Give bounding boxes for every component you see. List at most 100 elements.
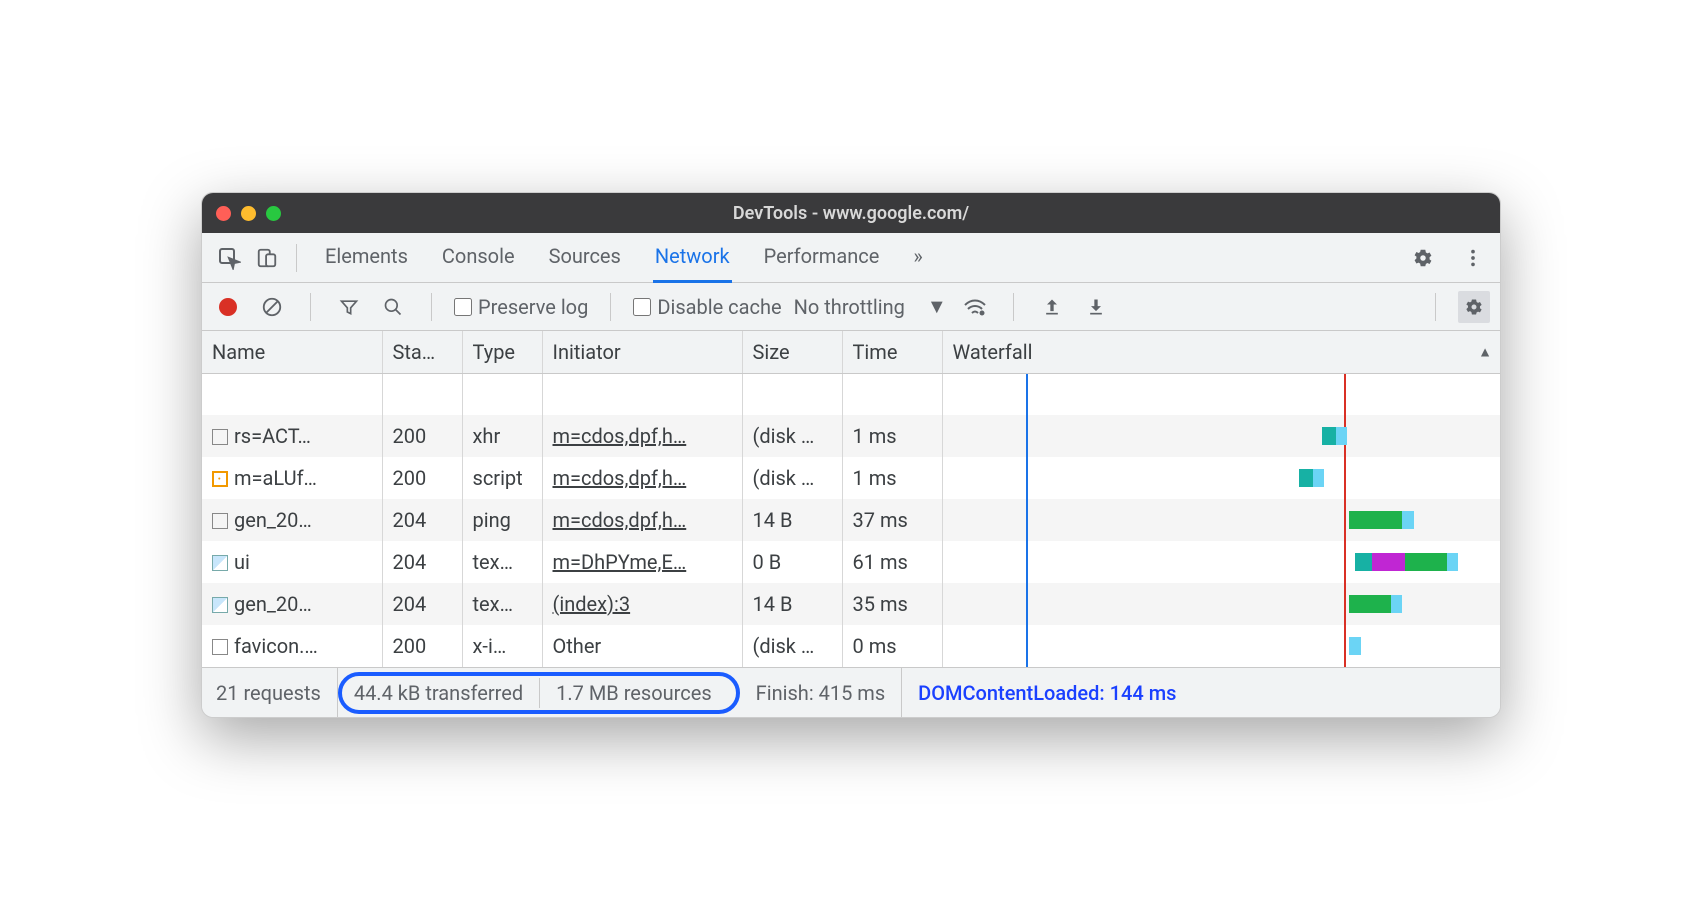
window-title: DevTools - www.google.com/	[202, 203, 1500, 224]
record-button[interactable]	[212, 291, 244, 323]
cell-status: 200	[382, 625, 462, 667]
table-row[interactable]: favicon.…200x-i…Other(disk …0 ms	[202, 625, 1500, 667]
col-waterfall[interactable]: Waterfall ▲	[942, 331, 1500, 373]
cell-type: script	[462, 457, 542, 499]
cell-time: 0 ms	[842, 625, 942, 667]
table-row[interactable]: rs=ACT…200xhrm=cdos,dpf,h…(disk …1 ms	[202, 415, 1500, 457]
cell-initiator[interactable]: m=cdos,dpf,h…	[542, 415, 742, 457]
filter-icon[interactable]	[333, 291, 365, 323]
more-icon[interactable]	[1454, 239, 1492, 277]
cell-waterfall	[942, 541, 1500, 583]
table-row-spacer	[202, 373, 1500, 415]
tab-overflow[interactable]: »	[911, 232, 924, 283]
inspect-icon[interactable]	[210, 239, 248, 277]
cell-size: (disk …	[742, 415, 842, 457]
file-type-icon	[212, 429, 228, 445]
cell-type: xhr	[462, 415, 542, 457]
download-har-icon[interactable]	[1080, 291, 1112, 323]
cell-type: x-i…	[462, 625, 542, 667]
cell-name: rs=ACT…	[202, 415, 382, 457]
summary-requests: 21 requests	[212, 668, 338, 717]
summary-bar: 21 requests 44.4 kB transferred 1.7 MB r…	[202, 667, 1500, 717]
panel-tabbar: Elements Console Sources Network Perform…	[202, 233, 1500, 283]
cell-status: 204	[382, 499, 462, 541]
search-icon[interactable]	[377, 291, 409, 323]
table-row[interactable]: ui204tex…m=DhPYme,E…0 B61 ms	[202, 541, 1500, 583]
network-toolbar: Preserve log Disable cache No throttling…	[202, 283, 1500, 331]
table-row[interactable]: gen_20…204tex…(index):314 B35 ms	[202, 583, 1500, 625]
cell-name: m=aLUf…	[202, 457, 382, 499]
file-type-icon	[212, 597, 228, 613]
summary-transferred: 44.4 kB transferred	[350, 678, 540, 708]
cell-status: 200	[382, 415, 462, 457]
file-type-icon	[212, 513, 228, 529]
throttling-select[interactable]: No throttling ▼	[794, 294, 947, 319]
table-row[interactable]: m=aLUf…200scriptm=cdos,dpf,h…(disk …1 ms	[202, 457, 1500, 499]
disable-cache-checkbox[interactable]: Disable cache	[633, 295, 781, 319]
summary-dcl: DOMContentLoaded: 144 ms	[902, 668, 1192, 717]
cell-name: favicon.…	[202, 625, 382, 667]
settings-icon[interactable]	[1404, 239, 1442, 277]
maximize-icon[interactable]	[266, 206, 281, 221]
cell-waterfall	[942, 457, 1500, 499]
cell-time: 35 ms	[842, 583, 942, 625]
col-status[interactable]: Sta…	[382, 331, 462, 373]
tab-performance[interactable]: Performance	[762, 232, 882, 283]
cell-initiator[interactable]: m=DhPYme,E…	[542, 541, 742, 583]
network-conditions-icon[interactable]	[959, 291, 991, 323]
col-time[interactable]: Time	[842, 331, 942, 373]
col-type[interactable]: Type	[462, 331, 542, 373]
upload-har-icon[interactable]	[1036, 291, 1068, 323]
table-row[interactable]: gen_20…204pingm=cdos,dpf,h…14 B37 ms	[202, 499, 1500, 541]
device-toggle-icon[interactable]	[248, 239, 286, 277]
summary-highlight: 44.4 kB transferred 1.7 MB resources	[338, 672, 740, 714]
window-controls	[216, 206, 281, 221]
cell-status: 204	[382, 583, 462, 625]
tab-sources[interactable]: Sources	[547, 232, 623, 283]
cell-type: ping	[462, 499, 542, 541]
col-name[interactable]: Name	[202, 331, 382, 373]
tab-network[interactable]: Network	[653, 232, 732, 283]
cell-type: tex…	[462, 541, 542, 583]
summary-resources: 1.7 MB resources	[540, 678, 728, 708]
divider	[431, 293, 432, 321]
throttling-value: No throttling	[794, 295, 905, 319]
cell-initiator[interactable]: (index):3	[542, 583, 742, 625]
cell-initiator[interactable]: m=cdos,dpf,h…	[542, 499, 742, 541]
cell-type: tex…	[462, 583, 542, 625]
tab-elements[interactable]: Elements	[323, 232, 410, 283]
col-size[interactable]: Size	[742, 331, 842, 373]
col-waterfall-label: Waterfall	[953, 340, 1033, 364]
requests-table: Name Sta… Type Initiator Size Time Water…	[202, 331, 1500, 667]
cell-time: 61 ms	[842, 541, 942, 583]
cell-waterfall	[942, 583, 1500, 625]
cell-time: 1 ms	[842, 415, 942, 457]
cell-name: ui	[202, 541, 382, 583]
file-type-icon	[212, 555, 228, 571]
cell-name: gen_20…	[202, 499, 382, 541]
minimize-icon[interactable]	[241, 206, 256, 221]
preserve-log-checkbox[interactable]: Preserve log	[454, 295, 588, 319]
clear-button[interactable]	[256, 291, 288, 323]
cell-waterfall	[942, 499, 1500, 541]
cell-time: 37 ms	[842, 499, 942, 541]
cell-status: 200	[382, 457, 462, 499]
network-settings-icon[interactable]	[1458, 291, 1490, 323]
cell-waterfall	[942, 625, 1500, 667]
preserve-log-label: Preserve log	[478, 295, 588, 319]
cell-initiator[interactable]: Other	[542, 625, 742, 667]
col-initiator[interactable]: Initiator	[542, 331, 742, 373]
tab-console[interactable]: Console	[440, 232, 517, 283]
divider	[310, 293, 311, 321]
sort-indicator-icon: ▲	[1478, 343, 1492, 360]
titlebar: DevTools - www.google.com/	[202, 193, 1500, 233]
file-type-icon	[212, 471, 228, 487]
table-header-row: Name Sta… Type Initiator Size Time Water…	[202, 331, 1500, 373]
close-icon[interactable]	[216, 206, 231, 221]
cell-size: 14 B	[742, 583, 842, 625]
cell-time: 1 ms	[842, 457, 942, 499]
cell-size: (disk …	[742, 625, 842, 667]
cell-initiator[interactable]: m=cdos,dpf,h…	[542, 457, 742, 499]
file-type-icon	[212, 639, 228, 655]
devtools-window: DevTools - www.google.com/ Elements Cons…	[201, 192, 1501, 718]
